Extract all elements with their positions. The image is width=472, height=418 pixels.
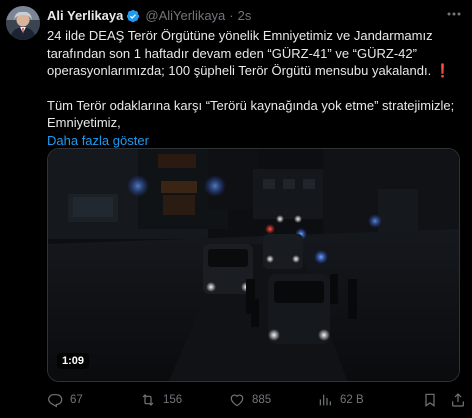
show-more-link[interactable]: Daha fazla göster (47, 132, 149, 150)
bookmark-icon (425, 393, 435, 407)
tweet-header: Ali Yerlikaya @AliYerlikaya · 2s (47, 8, 251, 24)
tweet-paragraph-1: 24 ilde DEAŞ Terör Örgütüne yönelik Emni… (47, 27, 465, 80)
views-count: 62 B (340, 394, 364, 406)
avatar[interactable] (6, 6, 40, 40)
verified-badge-icon (127, 9, 140, 23)
reply-button[interactable]: 67 (47, 390, 83, 410)
video-duration: 1:09 (57, 353, 90, 369)
separator-dot: · (229, 8, 234, 23)
tweet: Ali Yerlikaya @AliYerlikaya · 2s 24 ilde… (0, 0, 472, 418)
author-handle[interactable]: @AliYerlikaya (145, 8, 225, 24)
avatar-image (6, 6, 40, 40)
timestamp[interactable]: 2s (238, 8, 252, 24)
tweet-text-line1: 24 ilde DEAŞ Terör Örgütüne yönelik Emni… (47, 28, 433, 78)
author-name[interactable]: Ali Yerlikaya (47, 8, 123, 24)
reply-count: 67 (70, 394, 83, 406)
more-icon[interactable] (444, 6, 464, 22)
heart-icon (230, 394, 244, 407)
views-button[interactable]: 62 B (317, 390, 364, 410)
action-bar: 67 156 885 62 B (47, 390, 467, 410)
share-icon (452, 393, 464, 407)
views-icon (319, 394, 331, 406)
video-frame (48, 149, 459, 381)
tweet-paragraph-2: Tüm Terör odaklarına karşı “Terörü kayna… (47, 97, 455, 131)
bookmark-button[interactable] (422, 390, 438, 410)
like-button[interactable]: 885 (229, 390, 271, 410)
exclamation-emoji: ❗️ (434, 63, 452, 78)
repost-button[interactable]: 156 (140, 390, 182, 410)
video-player[interactable]: 1:09 (47, 148, 460, 382)
tweet-text: 24 ilde DEAŞ Terör Örgütüne yönelik Emni… (47, 27, 465, 149)
share-button[interactable] (450, 390, 466, 410)
reply-icon (48, 394, 63, 408)
like-count: 885 (252, 394, 272, 406)
repost-count: 156 (163, 394, 183, 406)
repost-icon (142, 394, 154, 406)
